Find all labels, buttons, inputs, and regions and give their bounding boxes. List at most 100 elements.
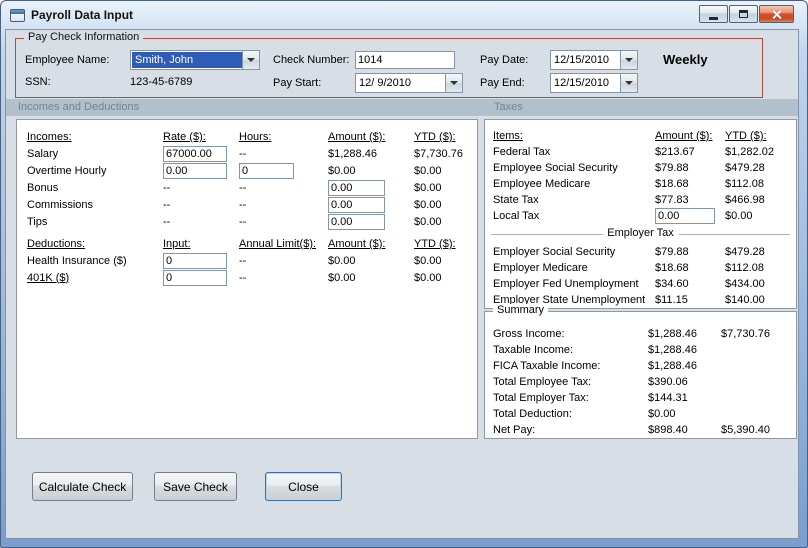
- minimize-button[interactable]: [699, 5, 728, 23]
- health-insurance-input[interactable]: [163, 252, 227, 269]
- bonus-amount-input[interactable]: [328, 179, 385, 196]
- tax-ytd: $479.28: [725, 162, 765, 174]
- col-header-ytd: YTD ($):: [414, 131, 456, 143]
- tax-label: Local Tax: [493, 210, 540, 222]
- pay-start-datepicker[interactable]: 12/ 9/2010: [355, 73, 463, 93]
- tax-amount: $18.68: [655, 178, 689, 190]
- dropdown-arrow-icon[interactable]: [445, 74, 462, 92]
- tax-ytd: $479.28: [725, 246, 765, 258]
- deduction-label: Health Insurance ($): [27, 254, 127, 267]
- summary-label: Total Employer Tax:: [493, 392, 589, 404]
- income-label: Overtime Hourly: [27, 164, 107, 177]
- income-rate: --: [163, 215, 171, 228]
- overtime-rate-input[interactable]: [163, 162, 227, 179]
- check-number-label: Check Number:: [273, 54, 350, 66]
- col-header-annual-limit: Annual Limit($):: [239, 238, 317, 250]
- title-bar[interactable]: Payroll Data Input: [1, 1, 807, 29]
- income-rate: --: [163, 181, 171, 194]
- save-check-button[interactable]: Save Check: [154, 472, 237, 501]
- summary-amount: $0.00: [648, 408, 676, 420]
- summary-row-total-employer-tax: Total Employer Tax: $144.31: [485, 390, 796, 406]
- income-hours: --: [239, 181, 247, 194]
- deduction-limit: --: [239, 254, 247, 267]
- deductions-header-row: Deductions: Input: Annual Limit($): Amou…: [17, 236, 477, 252]
- caption-buttons: [699, 5, 794, 23]
- incomes-section-header: Incomes and Deductions: [18, 101, 140, 113]
- summary-panel: Summary Gross Income: $1,288.46 $7,730.7…: [484, 304, 797, 439]
- window-close-button[interactable]: [759, 5, 794, 23]
- summary-amount: $144.31: [648, 392, 688, 404]
- tax-amount: $11.15: [655, 294, 688, 306]
- col-header-input: Input:: [163, 238, 191, 250]
- tax-row-employer-medicare: Employer Medicare $18.68 $112.08: [485, 260, 796, 276]
- summary-ytd: $5,390.40: [721, 424, 770, 436]
- income-row-bonus: Bonus -- -- $0.00: [17, 179, 477, 196]
- maximize-button[interactable]: [729, 5, 758, 23]
- income-ytd: $0.00: [414, 164, 442, 177]
- pay-date-value: 12/15/2010: [554, 54, 610, 66]
- tax-amount: $79.88: [655, 162, 689, 174]
- client-area: Pay Check Information Employee Name: Smi…: [5, 29, 799, 539]
- pay-date-datepicker[interactable]: 12/15/2010: [550, 50, 638, 70]
- dropdown-arrow-icon[interactable]: [620, 74, 637, 92]
- tips-amount-input[interactable]: [328, 213, 385, 230]
- close-icon: [771, 9, 782, 20]
- tax-row-employee-social-security: Employee Social Security $79.88 $479.28: [485, 160, 796, 176]
- col-header-incomes: Incomes:: [27, 131, 72, 143]
- calculate-check-button[interactable]: Calculate Check: [32, 472, 133, 501]
- tax-ytd: $112.08: [725, 262, 764, 274]
- col-header-rate: Rate ($):: [163, 131, 206, 143]
- deduction-label-401k: 401K ($): [27, 271, 70, 284]
- dropdown-arrow-icon[interactable]: [242, 51, 259, 69]
- income-amount: $1,288.46: [328, 147, 377, 160]
- tax-row-employer-social-security: Employer Social Security $79.88 $479.28: [485, 244, 796, 260]
- local-tax-input[interactable]: [655, 208, 715, 224]
- payroll-window: Payroll Data Input Pay Check Information…: [0, 0, 808, 548]
- summary-row-fica-taxable-income: FICA Taxable Income: $1,288.46: [485, 358, 796, 374]
- pay-start-value: 12/ 9/2010: [359, 77, 411, 89]
- tax-amount: $77.83: [655, 194, 689, 206]
- dropdown-arrow-icon[interactable]: [620, 51, 637, 69]
- tax-amount: $79.88: [655, 246, 689, 258]
- deduction-ytd: $0.00: [414, 254, 442, 267]
- summary-amount: $1,288.46: [648, 344, 697, 356]
- summary-row-taxable-income: Taxable Income: $1,288.46: [485, 342, 796, 358]
- app-icon: [10, 8, 25, 22]
- income-row-tips: Tips -- -- $0.00: [17, 213, 477, 230]
- 401k-input[interactable]: [163, 269, 227, 286]
- col-header-amount: Amount ($):: [328, 238, 386, 250]
- overtime-hours-input[interactable]: [239, 162, 294, 179]
- pay-end-datepicker[interactable]: 12/15/2010: [550, 73, 638, 93]
- summary-row-gross-income: Gross Income: $1,288.46 $7,730.76: [485, 326, 796, 342]
- income-hours: --: [239, 147, 247, 160]
- check-number-input[interactable]: [355, 51, 455, 69]
- deduction-ytd: $0.00: [414, 271, 442, 284]
- tax-label: Employer Medicare: [493, 262, 588, 274]
- deduction-row-health-insurance: Health Insurance ($) -- $0.00 $0.00: [17, 252, 477, 269]
- section-header-band: Incomes and Deductions Taxes: [6, 99, 798, 116]
- close-button[interactable]: Close: [265, 472, 342, 501]
- salary-rate-input[interactable]: [163, 145, 227, 162]
- tax-ytd: $466.98: [725, 194, 765, 206]
- summary-amount: $1,288.46: [648, 328, 697, 340]
- ssn-label: SSN:: [25, 76, 51, 88]
- deduction-limit: --: [239, 271, 247, 284]
- col-header-hours: Hours:: [239, 131, 272, 143]
- employer-tax-group-label: Employer Tax: [602, 227, 679, 239]
- paycheck-info-legend: Pay Check Information: [24, 31, 144, 43]
- taxes-section-header: Taxes: [494, 101, 523, 113]
- tax-amount: $213.67: [655, 146, 695, 158]
- summary-label: Gross Income:: [493, 328, 565, 340]
- summary-amount: $390.06: [648, 376, 688, 388]
- summary-label: Total Deduction:: [493, 408, 572, 420]
- income-ytd: $0.00: [414, 198, 442, 211]
- income-row-overtime: Overtime Hourly $0.00 $0.00: [17, 162, 477, 179]
- employee-name-combobox[interactable]: Smith, John: [130, 50, 260, 70]
- col-header-amount: Amount ($):: [655, 130, 713, 142]
- tax-amount: $34.60: [655, 278, 689, 290]
- tax-label: Employee Medicare: [493, 178, 591, 190]
- tax-label: Employer Fed Unemployment: [493, 278, 639, 290]
- income-row-salary: Salary -- $1,288.46 $7,730.76: [17, 145, 477, 162]
- commissions-amount-input[interactable]: [328, 196, 385, 213]
- summary-label: FICA Taxable Income:: [493, 360, 601, 372]
